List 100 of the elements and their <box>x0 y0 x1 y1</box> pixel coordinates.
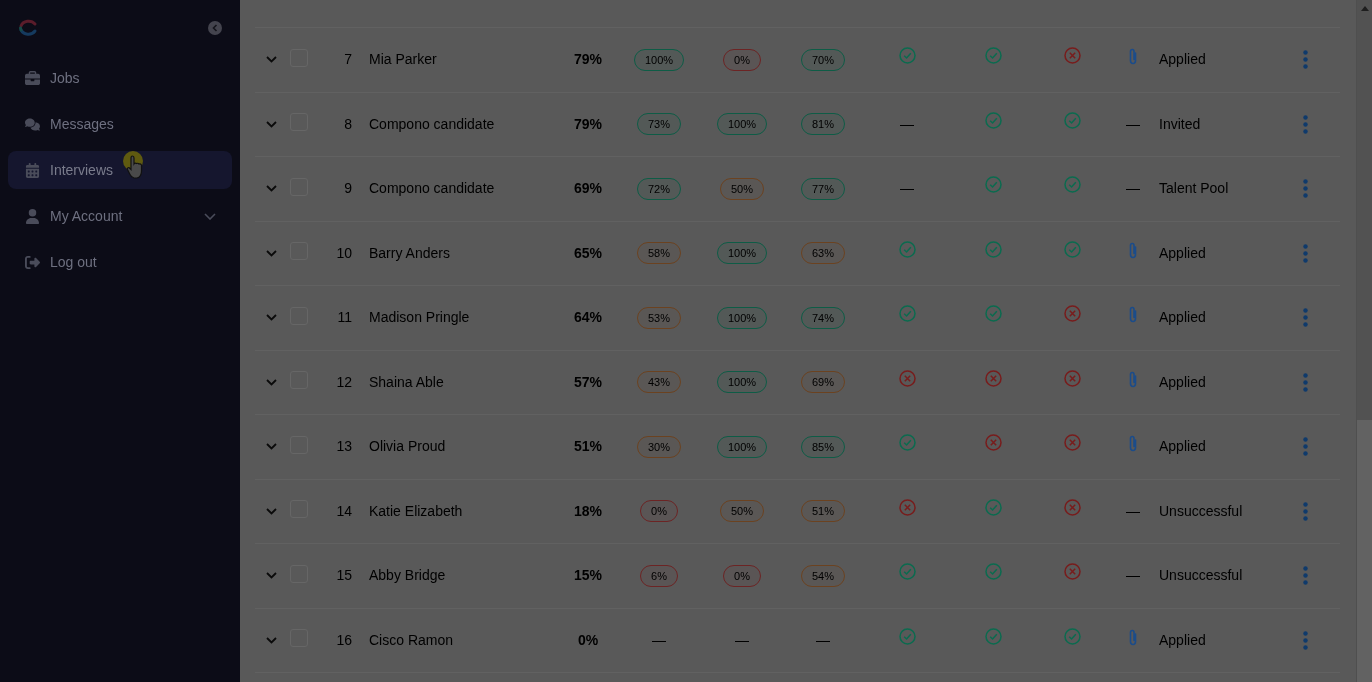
sidebar-item[interactable]: Log out <box>8 243 232 281</box>
status-text: Applied <box>1159 50 1206 70</box>
expand-row-button[interactable] <box>265 182 277 195</box>
match-score: 64% <box>574 308 602 328</box>
check-circle-icon <box>1063 240 1081 258</box>
candidate-name: Compono candidate <box>369 114 495 134</box>
expand-row-button[interactable] <box>265 247 277 260</box>
score-badge: 50% <box>720 500 764 523</box>
row-number: 10 <box>336 243 352 263</box>
score-badge: 100% <box>716 242 768 265</box>
more-options-button[interactable] <box>1301 372 1309 393</box>
check-circle-icon <box>1063 111 1081 129</box>
match-score: 65% <box>574 243 602 263</box>
check-circle-icon <box>984 47 1002 65</box>
row-number: 11 <box>337 308 352 328</box>
sidebar-item[interactable]: My Account <box>8 197 232 235</box>
sidebar-item[interactable]: Jobs <box>8 59 232 97</box>
scroll-up-arrow-icon[interactable] <box>1360 5 1369 11</box>
match-score: 79% <box>574 50 602 70</box>
score-badge: 0% <box>723 48 761 71</box>
check-circle-icon <box>898 47 916 65</box>
vertical-dots-icon <box>1302 243 1308 263</box>
sidebar-item[interactable]: Interviews <box>8 151 232 189</box>
more-options-button[interactable] <box>1301 49 1309 70</box>
x-circle-icon <box>898 498 916 516</box>
paperclip-icon <box>1128 628 1138 646</box>
check-circle-icon <box>984 176 1002 194</box>
expand-row-button[interactable] <box>265 376 277 389</box>
score-badge: 53% <box>637 306 681 329</box>
expand-row-button[interactable] <box>265 505 277 518</box>
candidate-name: Cisco Ramon <box>369 630 454 650</box>
score-badge: 100% <box>716 371 768 394</box>
x-circle-icon <box>1063 369 1081 387</box>
row-number: 12 <box>336 372 352 392</box>
status-text: Unsuccessful <box>1159 501 1243 521</box>
score-badge: 0% <box>723 564 761 587</box>
candidate-name: Madison Pringle <box>369 308 470 328</box>
candidate-name: Katie Elizabeth <box>369 501 463 521</box>
vertical-dots-icon <box>1302 501 1308 521</box>
user-icon <box>24 208 40 224</box>
vertical-dots-icon <box>1302 308 1308 328</box>
chevron-down-icon <box>265 120 277 128</box>
score-badge: 63% <box>801 242 845 265</box>
x-circle-icon <box>1063 305 1081 323</box>
score-badge: 70% <box>801 48 845 71</box>
empty-value: — <box>1126 501 1140 521</box>
candidate-name: Compono candidate <box>369 179 495 199</box>
expand-row-button[interactable] <box>265 311 277 324</box>
more-options-button[interactable] <box>1301 178 1309 199</box>
expand-row-button[interactable] <box>265 53 277 66</box>
scrollbar-track[interactable] <box>1356 0 1372 682</box>
check-circle-icon <box>984 627 1002 645</box>
score-badge: 85% <box>801 435 845 458</box>
empty-value: — <box>1126 566 1140 586</box>
more-options-button[interactable] <box>1301 565 1309 586</box>
sidebar-item[interactable]: Messages <box>8 105 232 143</box>
expand-row-button[interactable] <box>265 569 277 582</box>
score-badge: 54% <box>801 564 845 587</box>
score-badge: 72% <box>637 177 681 200</box>
score-badge: 0% <box>640 500 678 523</box>
score-badge: 100% <box>716 113 768 136</box>
more-options-button[interactable] <box>1301 307 1309 328</box>
more-options-button[interactable] <box>1301 436 1309 457</box>
score-badge: 74% <box>801 306 845 329</box>
score-badge: 77% <box>801 177 845 200</box>
expand-row-button[interactable] <box>265 118 277 131</box>
check-circle-icon <box>898 240 916 258</box>
chevron-down-icon <box>265 56 277 64</box>
expand-row-button[interactable] <box>265 634 277 647</box>
empty-value: — <box>1126 179 1140 199</box>
more-options-button[interactable] <box>1301 243 1309 264</box>
check-circle-icon <box>1063 627 1081 645</box>
row-number: 13 <box>336 437 352 457</box>
chevron-left-icon <box>212 24 218 32</box>
chevron-down-icon <box>265 636 277 644</box>
x-circle-icon <box>984 369 1002 387</box>
more-options-button[interactable] <box>1301 114 1309 135</box>
check-circle-icon <box>984 240 1002 258</box>
chevron-down-icon <box>265 185 277 193</box>
status-text: Applied <box>1159 243 1206 263</box>
check-circle-icon <box>984 498 1002 516</box>
check-circle-icon <box>984 563 1002 581</box>
expand-row-button[interactable] <box>265 440 277 453</box>
collapse-sidebar-button[interactable] <box>208 21 222 35</box>
status-text: Talent Pool <box>1159 179 1229 199</box>
empty-value: — <box>900 179 914 199</box>
check-circle-icon <box>898 563 916 581</box>
score-badge: 58% <box>637 242 681 265</box>
empty-value: — <box>900 114 914 134</box>
more-options-button[interactable] <box>1301 501 1309 522</box>
candidate-name: Barry Anders <box>369 243 450 263</box>
candidate-name: Abby Bridge <box>369 566 446 586</box>
check-circle-icon <box>898 434 916 452</box>
row-number: 16 <box>336 630 352 650</box>
more-options-button[interactable] <box>1301 630 1309 651</box>
vertical-dots-icon <box>1302 50 1308 70</box>
x-circle-icon <box>984 434 1002 452</box>
chevron-down-icon <box>265 443 277 451</box>
status-text: Invited <box>1159 114 1201 134</box>
paperclip-icon <box>1128 435 1138 453</box>
